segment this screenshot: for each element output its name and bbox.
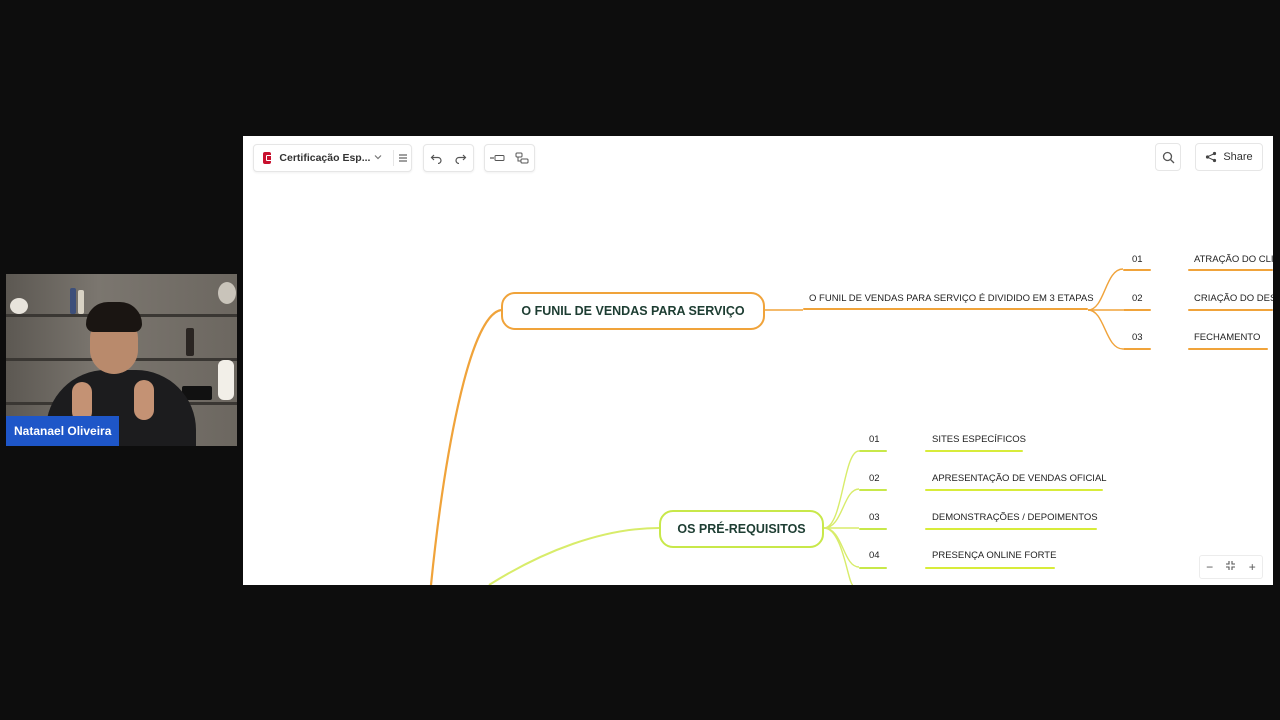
share-button[interactable]: Share xyxy=(1195,143,1263,171)
item-number: 03 xyxy=(1132,332,1143,343)
document-menu[interactable]: Certificação Esp... xyxy=(253,144,412,172)
underline xyxy=(1188,348,1268,350)
item-apresentacao[interactable]: APRESENTAÇÃO DE VENDAS OFICIAL xyxy=(932,473,1107,484)
topic-funil-de-vendas[interactable]: O FUNIL DE VENDAS PARA SERVIÇO xyxy=(501,292,765,330)
item-demonstracoes[interactable]: DEMONSTRAÇÕES / DEPOIMENTOS xyxy=(932,512,1098,523)
insert-topic-icon[interactable] xyxy=(485,146,509,170)
underline xyxy=(925,567,1055,569)
underline xyxy=(925,528,1097,530)
item-criacao[interactable]: CRIAÇÃO DO DESE xyxy=(1194,293,1273,304)
item-atracao[interactable]: ATRAÇÃO DO CLIE xyxy=(1194,254,1273,265)
share-label: Share xyxy=(1223,151,1253,163)
menu-icon[interactable] xyxy=(394,146,411,170)
underline xyxy=(803,308,1088,310)
book-decor xyxy=(78,290,84,314)
zoom-in-icon[interactable]: + xyxy=(1249,560,1256,574)
undo-icon[interactable] xyxy=(424,146,448,170)
hand xyxy=(134,380,154,420)
document-title[interactable]: Certificação Esp... xyxy=(279,152,370,164)
presenter-name-tag: Natanael Oliveira xyxy=(6,416,120,446)
underline xyxy=(925,450,1023,452)
book-decor xyxy=(70,288,76,314)
underline xyxy=(1123,348,1151,350)
chevron-down-icon[interactable] xyxy=(373,149,383,167)
fit-view-icon[interactable] xyxy=(1225,560,1236,574)
clock-decor xyxy=(10,298,28,314)
insert-group xyxy=(484,144,535,172)
person-hair xyxy=(86,302,142,332)
underline xyxy=(859,528,887,530)
search-button[interactable] xyxy=(1155,143,1181,171)
mindmap-app-window: Certificação Esp... Share O FUNIL DE VEN… xyxy=(243,136,1273,585)
item-number: 04 xyxy=(869,550,880,561)
underline xyxy=(1123,269,1151,271)
item-fechamento[interactable]: FECHAMENTO xyxy=(1194,332,1260,343)
zoom-out-icon[interactable]: − xyxy=(1206,560,1213,574)
item-number: 02 xyxy=(1132,293,1143,304)
topic-pre-requisitos[interactable]: OS PRÉ-REQUISITOS xyxy=(659,510,824,548)
underline xyxy=(1188,309,1273,311)
share-icon xyxy=(1206,151,1217,163)
underline xyxy=(859,489,887,491)
underline xyxy=(1188,269,1273,271)
underline xyxy=(859,450,887,452)
topic-subtitle[interactable]: O FUNIL DE VENDAS PARA SERVIÇO É DIVIDID… xyxy=(809,293,1094,304)
vase-decor xyxy=(218,360,234,400)
item-number: 02 xyxy=(869,473,880,484)
app-logo-icon xyxy=(263,152,273,164)
item-number: 01 xyxy=(869,434,880,445)
insert-subtopic-icon[interactable] xyxy=(510,146,534,170)
item-presenca-online[interactable]: PRESENÇA ONLINE FORTE xyxy=(932,550,1056,561)
underline xyxy=(859,567,887,569)
globe-decor xyxy=(218,282,236,304)
history-group xyxy=(423,144,474,172)
item-sites-especificos[interactable]: SITES ESPECÍFICOS xyxy=(932,434,1026,445)
item-number: 03 xyxy=(869,512,880,523)
redo-icon[interactable] xyxy=(449,146,473,170)
underline xyxy=(1123,309,1151,311)
presenter-video: Natanael Oliveira xyxy=(6,274,237,446)
statue-decor xyxy=(186,328,194,356)
search-icon xyxy=(1162,151,1174,163)
zoom-controls: − + xyxy=(1199,555,1263,579)
underline xyxy=(925,489,1103,491)
item-number: 01 xyxy=(1132,254,1143,265)
